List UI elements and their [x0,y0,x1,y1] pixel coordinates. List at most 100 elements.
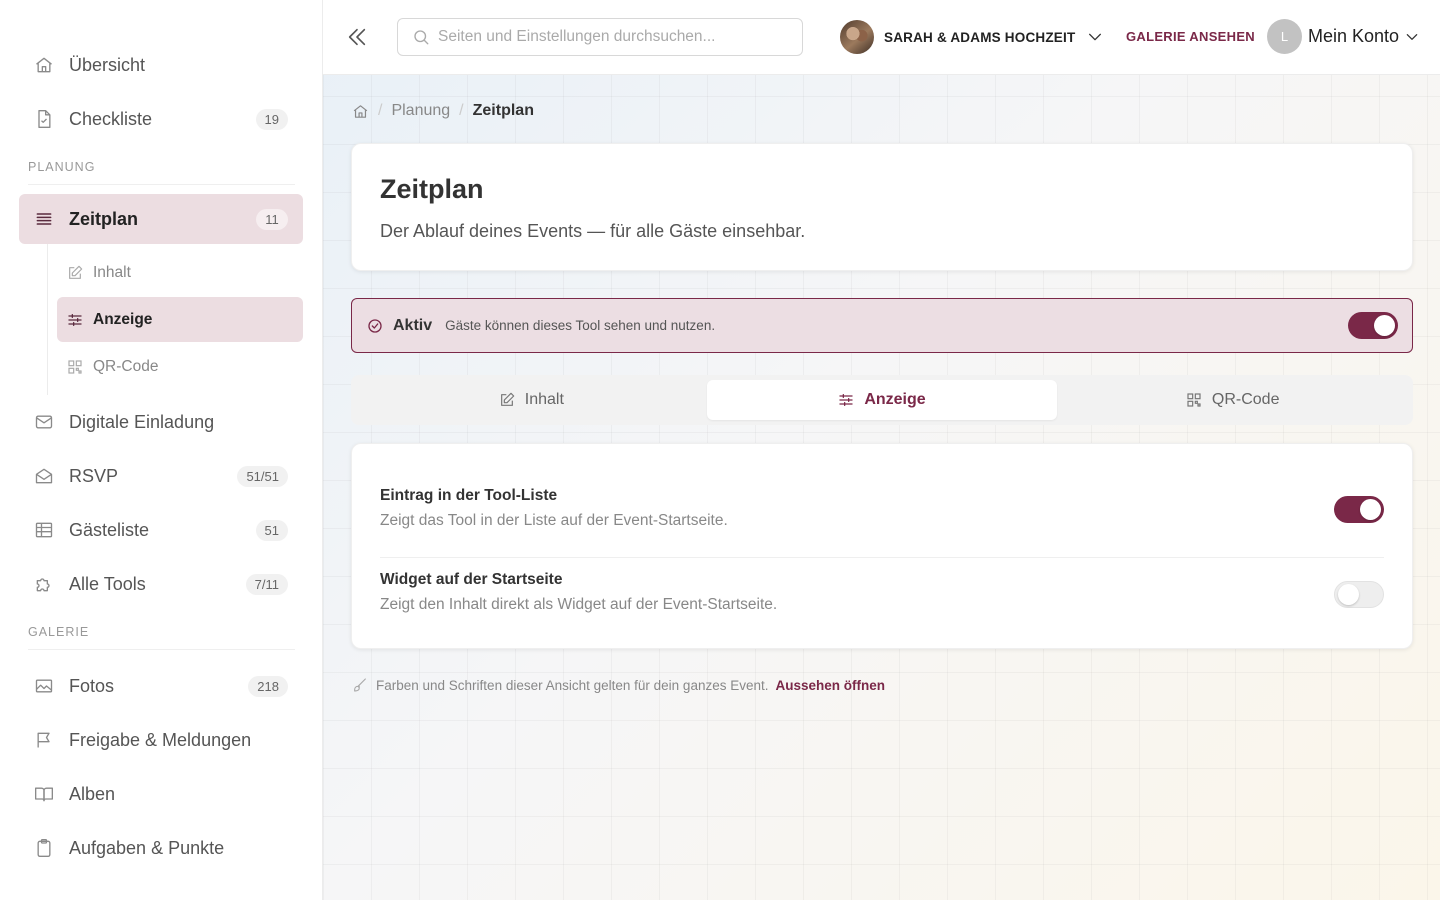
setting-description: Zeigt den Inhalt direkt als Widget auf d… [380,596,778,613]
breadcrumb-planung[interactable]: Planung [391,102,450,120]
chevron-down-icon [1405,30,1419,44]
breadcrumb-separator: / [378,102,383,119]
collapse-sidebar-button[interactable] [345,24,369,50]
tab-label: Inhalt [524,391,564,408]
check-circle-icon [367,318,383,334]
sidebar-item-freigabe-meldungen[interactable]: Freigabe & Meldungen [0,713,322,767]
toggle-knob [1374,315,1395,336]
clipboard-icon [34,838,54,858]
chevron-down-icon [1087,29,1103,45]
page-header-card: Zeitplan Der Ablauf deines Events — für … [351,143,1413,271]
event-avatar [840,20,874,54]
tool-active-toggle[interactable] [1348,312,1398,339]
open-appearance-link[interactable]: Aussehen öffnen [776,678,886,693]
view-gallery-link[interactable]: GALERIE ANSEHEN [1126,29,1255,44]
count-badge: 11 [256,208,288,230]
avatar: L [1267,19,1302,54]
tab-qr-code[interactable]: QR-Code [1057,380,1408,420]
tab-label: Anzeige [864,391,926,408]
count-badge: 218 [248,675,288,697]
setting-description: Zeigt das Tool in der Liste auf der Even… [380,512,728,529]
section-divider [28,184,295,185]
appearance-note: Farben und Schriften dieser Ansicht gelt… [352,677,885,693]
document-check-icon [34,109,54,129]
sidebar-item-uebersicht[interactable]: Übersicht [0,38,322,92]
page-subtitle: Der Ablauf deines Events — für alle Gäst… [380,221,806,241]
account-label: Mein Konto [1308,26,1400,46]
sidebar-subitem-qr-code[interactable]: QR-Code [57,344,303,389]
display-settings-card: Eintrag in der Tool-Liste Zeigt das Tool… [351,443,1413,649]
sidebar-item-label: Alben [69,783,116,804]
search-icon [412,28,430,46]
sidebar-item-digitale-einladung[interactable]: Digitale Einladung [0,395,322,449]
sidebar-item-label: RSVP [69,465,119,486]
sidebar-item-label: Gästeliste [69,519,150,540]
account-menu[interactable]: L Mein Konto [1267,19,1419,54]
sidebar-subitem-label: Inhalt [93,263,131,281]
setting-row-widget: Widget auf der Startseite Zeigt den Inha… [380,558,1384,634]
sidebar-item-zeitplan[interactable]: Zeitplan 11 [19,194,303,244]
sidebar-subitem-label: QR-Code [93,357,159,375]
qr-code-icon [67,359,83,375]
widget-toggle[interactable] [1334,581,1384,608]
sliders-icon [838,392,854,408]
tool-list-toggle[interactable] [1334,496,1384,523]
event-selector[interactable]: SARAH & ADAMS HOCHZEIT [840,19,1103,55]
sidebar-subitem-inhalt[interactable]: Inhalt [57,250,303,295]
chevrons-left-icon [348,28,366,46]
count-badge: 7/11 [245,573,288,595]
image-icon [34,676,54,696]
sidebar-subitem-label: Anzeige [93,310,153,328]
section-divider [28,649,295,650]
topbar: SARAH & ADAMS HOCHZEIT GALERIE ANSEHEN L… [323,0,1440,75]
tool-tabs: Inhalt Anzeige QR-Code [351,375,1413,425]
breadcrumb: / Planung / Zeitplan [352,102,534,120]
sidebar-item-label: Checkliste [69,108,153,129]
tab-inhalt[interactable]: Inhalt [356,380,707,420]
toggle-knob [1338,584,1359,605]
toggle-knob [1360,499,1381,520]
count-badge: 19 [255,108,288,130]
tool-status-bar: Aktiv Gäste können dieses Tool sehen und… [351,298,1413,353]
sidebar-item-checkliste[interactable]: Checkliste 19 [0,92,322,146]
breadcrumb-current: Zeitplan [472,102,534,119]
sidebar: Übersicht Checkliste 19 PLANUNG Zeitplan… [0,0,323,900]
setting-title: Widget auf der Startseite [380,571,563,588]
home-icon [34,55,54,75]
edit-icon [67,265,83,281]
tab-label: QR-Code [1211,391,1280,408]
edit-icon [499,392,515,408]
sidebar-item-label: Übersicht [69,54,146,75]
status-description: Gäste können dieses Tool sehen und nutze… [445,318,716,333]
sidebar-item-alben[interactable]: Alben [0,767,322,821]
sidebar-item-aufgaben-punkte[interactable]: Aufgaben & Punkte [0,821,322,875]
appearance-note-text: Farben und Schriften dieser Ansicht gelt… [376,677,769,693]
sidebar-subitem-anzeige[interactable]: Anzeige [57,297,303,342]
main-content: SARAH & ADAMS HOCHZEIT GALERIE ANSEHEN L… [323,0,1440,900]
envelope-icon [34,412,54,432]
sidebar-item-fotos[interactable]: Fotos 218 [0,659,322,713]
setting-title: Eintrag in der Tool-Liste [380,487,558,504]
sliders-icon [67,312,83,328]
flag-icon [34,730,54,750]
sidebar-item-label: Freigabe & Meldungen [69,729,252,750]
setting-row-tool-list: Eintrag in der Tool-Liste Zeigt das Tool… [380,482,1384,558]
sidebar-item-label: Aufgaben & Punkte [69,837,225,858]
search-input[interactable] [438,28,778,46]
envelope-open-icon [34,466,54,486]
sidebar-item-alle-tools[interactable]: Alle Tools 7/11 [0,557,322,611]
status-label: Aktiv [393,316,433,334]
sidebar-item-rsvp[interactable]: RSVP 51/51 [0,449,322,503]
sidebar-item-label: Alle Tools [69,573,146,594]
sidebar-item-label: Zeitplan [69,208,139,229]
event-name: SARAH & ADAMS HOCHZEIT [884,29,1076,45]
tab-anzeige[interactable]: Anzeige [706,380,1058,420]
home-icon[interactable] [352,103,369,120]
zeitplan-submenu: Inhalt Anzeige QR-Code [47,244,322,395]
brush-icon [352,677,368,693]
puzzle-icon [34,574,54,594]
book-open-icon [34,784,54,804]
sidebar-item-gaesteliste[interactable]: Gästeliste 51 [0,503,322,557]
section-title-planung: PLANUNG [28,160,96,174]
breadcrumb-separator: / [459,102,464,119]
